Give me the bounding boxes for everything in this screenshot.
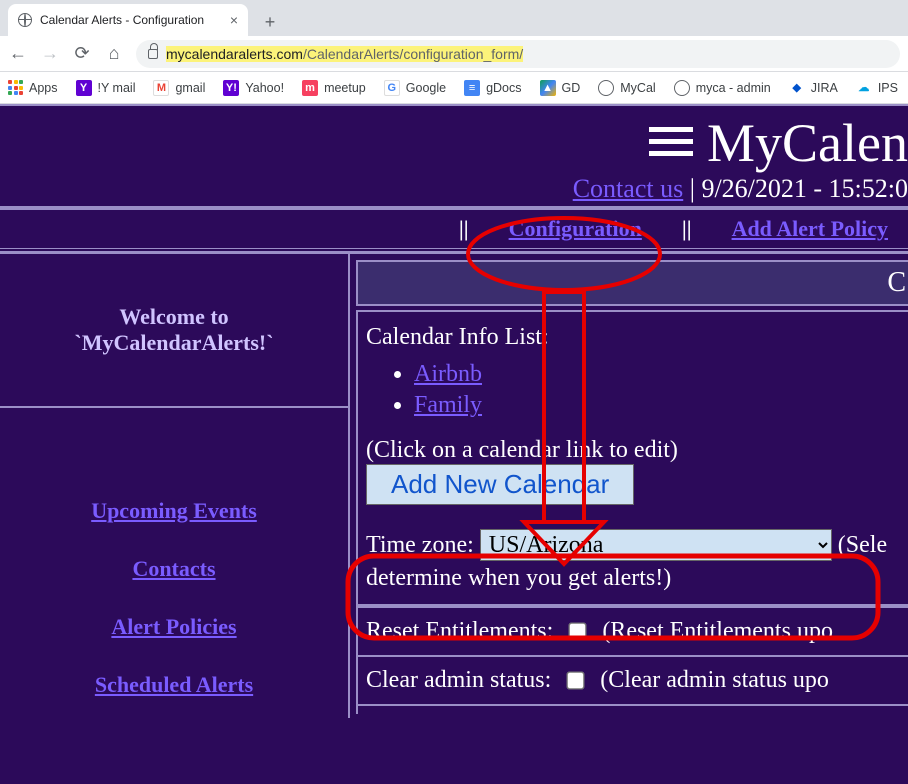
url-domain: mycalendaralerts.com (166, 46, 303, 62)
bookmark-yahoo[interactable]: Y!Yahoo! (223, 80, 284, 96)
reset-entitlements-checkbox[interactable] (569, 622, 587, 640)
timezone-select[interactable]: US/Arizona (480, 529, 832, 561)
tab-title: Calendar Alerts - Configuration (40, 13, 204, 27)
top-nav: || Configuration || Add Alert Policy (0, 208, 908, 252)
browser-tab-bar: Calendar Alerts - Configuration × + (0, 0, 908, 36)
bookmark-gdocs[interactable]: ≡gDocs (464, 80, 521, 96)
address-bar[interactable]: mycalendaralerts.com/CalendarAlerts/conf… (136, 40, 900, 68)
app-root: MyCalen Contact us | 9/26/2021 - 15:52:0… (0, 104, 908, 784)
timezone-after-text: (Sele (838, 532, 887, 559)
sidebar-alert-policies[interactable]: Alert Policies (10, 614, 338, 640)
bookmark-myca-admin[interactable]: myca - admin (674, 80, 771, 96)
timezone-label: Time zone: (366, 532, 474, 559)
calendar-list: Airbnb Family (366, 361, 900, 419)
url-path: /CalendarAlerts/configuration_form/ (303, 46, 523, 62)
contact-us-link[interactable]: Contact us (573, 174, 684, 203)
new-tab-button[interactable]: + (256, 8, 284, 36)
app-title: MyCalen (707, 112, 908, 174)
forward-icon: → (40, 43, 60, 64)
calendar-list-item: Airbnb (414, 361, 900, 388)
sidebar-upcoming-events[interactable]: Upcoming Events (10, 498, 338, 524)
bookmark-google[interactable]: GGoogle (384, 80, 446, 96)
timezone-note: determine when you get alerts!) (366, 565, 900, 592)
header-separator: | (690, 174, 702, 203)
menu-icon[interactable] (649, 127, 693, 156)
bookmarks-bar: Apps Y!Y mail Mgmail Y!Yahoo! mmeetup GG… (0, 72, 908, 104)
clear-admin-row: Clear admin status: (Clear admin status … (356, 655, 908, 704)
calendar-list-item: Family (414, 392, 900, 419)
reset-entitlements-after: (Reset Entitlements upo (602, 618, 833, 645)
browser-toolbar: ← → ⟳ ⌂ mycalendaralerts.com/CalendarAle… (0, 36, 908, 72)
bookmark-meetup[interactable]: mmeetup (302, 80, 366, 96)
reset-entitlements-row: Reset Entitlements: (Reset Entitlements … (356, 606, 908, 655)
lock-icon (148, 49, 158, 59)
calendar-info-title: Calendar Info List: (366, 324, 900, 351)
apps-grid-icon (8, 80, 23, 95)
header-timestamp: 9/26/2021 - 15:52:0 (701, 174, 908, 203)
home-icon[interactable]: ⌂ (104, 43, 124, 64)
bookmark-mycal[interactable]: MyCal (598, 80, 655, 96)
clear-admin-after: (Clear admin status upo (600, 667, 829, 694)
back-icon[interactable]: ← (8, 43, 28, 64)
add-new-calendar-button[interactable]: Add New Calendar (366, 464, 634, 505)
nav-add-alert-policy[interactable]: Add Alert Policy (732, 216, 888, 242)
sidebar-contacts[interactable]: Contacts (10, 556, 338, 582)
sidebar: Welcome to `MyCalendarAlerts!` Upcoming … (0, 254, 348, 718)
bookmark-gmail[interactable]: Mgmail (153, 80, 205, 96)
main-content: C Calendar Info List: Airbnb Family (Cli… (348, 254, 908, 718)
calendar-link-family[interactable]: Family (414, 392, 482, 418)
calendar-info-panel: Calendar Info List: Airbnb Family (Click… (356, 310, 908, 606)
main-header-strip: C (356, 260, 908, 306)
bookmark-gd[interactable]: ▲GD (540, 80, 581, 96)
bookmark-ymail[interactable]: Y!Y mail (76, 80, 136, 96)
apps-button[interactable]: Apps (8, 80, 58, 95)
app-header: MyCalen Contact us | 9/26/2021 - 15:52:0 (0, 104, 908, 208)
clear-admin-label: Clear admin status: (366, 667, 551, 694)
globe-icon (18, 13, 32, 27)
reset-entitlements-label: Reset Entitlements: (366, 618, 553, 645)
clear-admin-checkbox[interactable] (567, 671, 585, 689)
browser-tab[interactable]: Calendar Alerts - Configuration × (8, 4, 248, 36)
nav-configuration[interactable]: Configuration (509, 216, 642, 242)
bookmark-jira[interactable]: ◆JIRA (789, 80, 838, 96)
bookmark-ips[interactable]: ☁IPS (856, 80, 898, 96)
close-tab-icon[interactable]: × (230, 13, 238, 27)
reload-icon[interactable]: ⟳ (72, 43, 92, 64)
welcome-block: Welcome to `MyCalendarAlerts!` (0, 254, 348, 408)
sidebar-scheduled-alerts[interactable]: Scheduled Alerts (10, 672, 338, 698)
calendar-link-airbnb[interactable]: Airbnb (414, 361, 482, 387)
edit-hint: (Click on a calendar link to edit) (366, 437, 900, 464)
